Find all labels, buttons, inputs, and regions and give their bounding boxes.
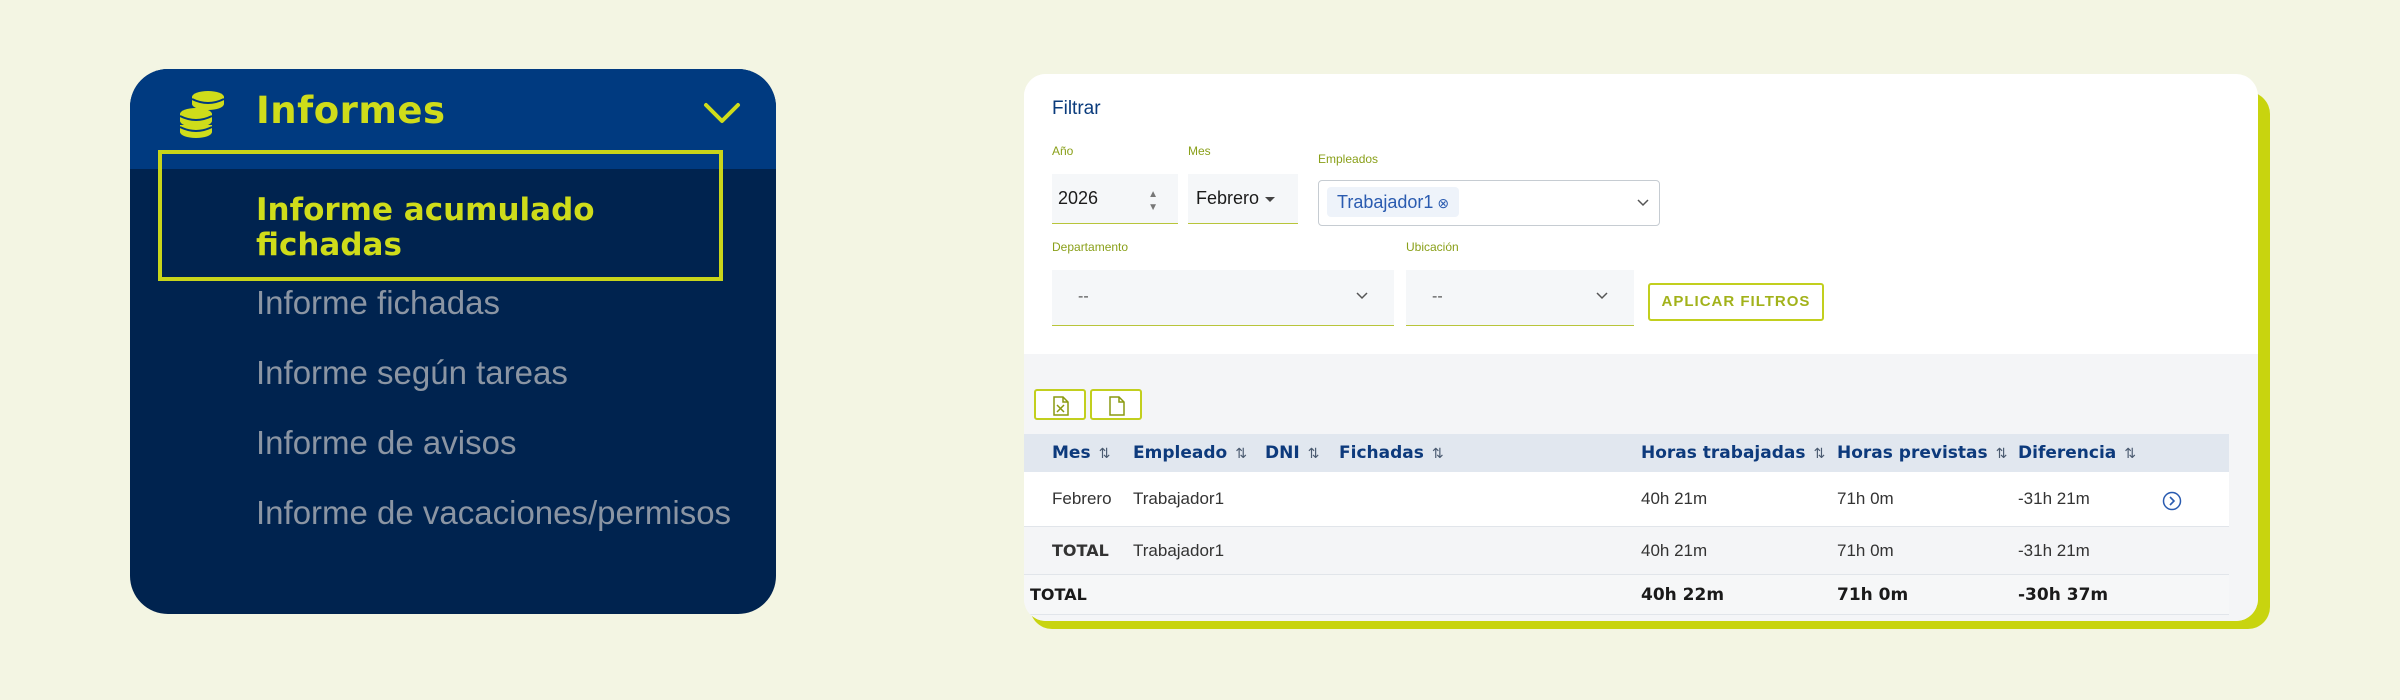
- cell-horas-trabajadas: 40h 21m: [1641, 541, 1708, 560]
- year-input[interactable]: 2026 ▲ ▼: [1052, 174, 1178, 224]
- reports-menu: Informes Informe acumulado fichadas Info…: [130, 69, 776, 614]
- grand-total-row: TOTAL 40h 22m 71h 0m -30h 37m: [1024, 575, 2229, 615]
- cell-empleado: Trabajador1: [1133, 489, 1225, 508]
- cell-horas-previstas: 71h 0m: [1837, 489, 1894, 508]
- location-select[interactable]: --: [1406, 270, 1634, 326]
- menu-item-informe-de-avisos[interactable]: Informe de avisos: [256, 424, 516, 462]
- menu-item-informe-acumulado-fichadas[interactable]: Informe acumulado fichadas: [256, 193, 676, 263]
- col-header-horas-previstas[interactable]: Horas previstas ⇅: [1837, 443, 2007, 463]
- col-header-mes[interactable]: Mes ⇅: [1052, 443, 1110, 463]
- table-row[interactable]: Febrero Trabajador1 40h 21m 71h 0m -31h …: [1024, 472, 2229, 527]
- department-select[interactable]: --: [1052, 270, 1394, 326]
- col-header-fichadas[interactable]: Fichadas ⇅: [1339, 443, 1444, 463]
- sort-icon[interactable]: ⇅: [1996, 446, 2008, 462]
- month-label: Mes: [1188, 144, 1211, 158]
- menu-item-informe-segun-tareas[interactable]: Informe según tareas: [256, 354, 568, 392]
- col-header-horas-trabajadas[interactable]: Horas trabajadas ⇅: [1641, 443, 1825, 463]
- grand-total-horas-trabajadas: 40h 22m: [1641, 585, 1725, 605]
- chip-remove-icon[interactable]: ⊗: [1437, 195, 1449, 211]
- grand-total-horas-previstas: 71h 0m: [1837, 585, 1909, 605]
- month-select[interactable]: Febrero: [1188, 174, 1298, 224]
- employees-select[interactable]: Trabajador1 ⊗: [1318, 180, 1660, 226]
- sort-icon[interactable]: ⇅: [1308, 446, 1320, 462]
- location-label: Ubicación: [1406, 240, 1459, 254]
- cell-horas-previstas: 71h 0m: [1837, 541, 1894, 560]
- chevron-down-icon[interactable]: [702, 99, 742, 129]
- chevron-right-circle-icon[interactable]: [2162, 491, 2182, 511]
- menu-item-informe-vacaciones-permisos[interactable]: Informe de vacaciones/permisos: [256, 494, 731, 532]
- sort-icon[interactable]: ⇅: [1099, 446, 1111, 462]
- chevron-down-icon[interactable]: [1637, 199, 1649, 207]
- export-pdf-button[interactable]: [1090, 389, 1142, 420]
- grand-total-label: TOTAL: [1030, 585, 1087, 604]
- employees-label: Empleados: [1318, 152, 1379, 166]
- col-header-diferencia[interactable]: Diferencia ⇅: [2018, 443, 2136, 463]
- cell-mes: Febrero: [1052, 489, 1112, 508]
- year-value: 2026: [1058, 188, 1099, 208]
- table-row: TOTAL Trabajador1 40h 21m 71h 0m -31h 21…: [1024, 527, 2229, 575]
- coins-stack-icon: [179, 91, 225, 138]
- month-value: Febrero: [1196, 188, 1276, 209]
- cell-diferencia: -31h 21m: [2018, 541, 2090, 560]
- sort-icon[interactable]: ⇅: [1432, 446, 1444, 462]
- employee-chip[interactable]: Trabajador1 ⊗: [1327, 187, 1460, 217]
- chevron-down-icon: [1356, 292, 1368, 300]
- location-value: --: [1432, 288, 1443, 305]
- menu-item-informe-fichadas[interactable]: Informe fichadas: [256, 284, 500, 322]
- excel-file-icon: [1053, 396, 1069, 416]
- menu-title: Informes: [256, 89, 446, 132]
- cell-mes: TOTAL: [1052, 541, 1109, 560]
- cell-diferencia: -31h 21m: [2018, 489, 2090, 508]
- apply-filters-button[interactable]: APLICAR FILTROS: [1648, 283, 1824, 321]
- table-header: Mes ⇅ Empleado ⇅ DNI ⇅ Fichadas ⇅ Horas trab…: [1024, 434, 2229, 472]
- sort-icon[interactable]: ⇅: [2124, 446, 2136, 462]
- department-label: Departamento: [1052, 240, 1129, 254]
- grand-total-diferencia: -30h 37m: [2018, 585, 2109, 605]
- sort-icon[interactable]: ⇅: [1813, 446, 1825, 462]
- report-card: Filtrar Año 2026 ▲ ▼ Mes Febrero Empleado…: [1024, 74, 2258, 621]
- file-icon: [1109, 396, 1125, 416]
- cell-horas-trabajadas: 40h 21m: [1641, 489, 1708, 508]
- department-value: --: [1078, 288, 1089, 305]
- filter-panel: Filtrar Año 2026 ▲ ▼ Mes Febrero Empleado…: [1024, 74, 2229, 354]
- chevron-down-icon: [1596, 292, 1608, 300]
- filter-title: Filtrar: [1052, 98, 1101, 119]
- export-excel-button[interactable]: [1034, 389, 1086, 420]
- year-label: Año: [1052, 144, 1074, 158]
- col-header-dni[interactable]: DNI ⇅: [1265, 443, 1319, 463]
- year-stepper[interactable]: ▲ ▼: [1148, 188, 1158, 214]
- sort-icon[interactable]: ⇅: [1235, 446, 1247, 462]
- col-header-empleado[interactable]: Empleado ⇅: [1133, 443, 1247, 463]
- cell-empleado: Trabajador1: [1133, 541, 1225, 560]
